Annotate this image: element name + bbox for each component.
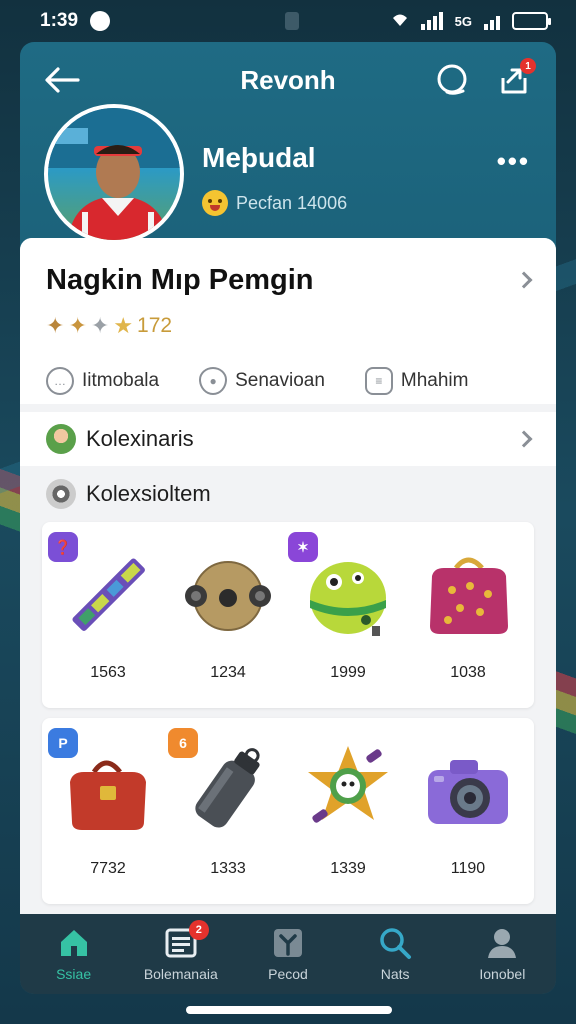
profile-subtitle: Pecfan 14006 (202, 190, 347, 216)
user-icon (488, 929, 517, 958)
message-icon: ≡ (364, 367, 393, 395)
notification-badge: 1 (520, 58, 536, 74)
network-type: 5G (454, 13, 472, 29)
profile-subtitle-text: Pecfan 14006 (236, 192, 348, 213)
camera-icon (428, 760, 508, 824)
profile-name: Meþudal (202, 142, 316, 173)
ruler-toy-icon (72, 558, 145, 631)
chat-bubble-icon (437, 64, 467, 95)
search-icon (380, 928, 412, 959)
back-button[interactable] (42, 60, 82, 100)
item-value: 1234 (210, 664, 246, 681)
collection-avatar-icon (46, 424, 76, 454)
action-label: Senavioan (235, 370, 325, 391)
wifi-icon (391, 11, 409, 32)
message-notification-icon (90, 11, 111, 31)
collection-item[interactable]: 1038 (408, 532, 528, 708)
more-options-button[interactable]: ••• (497, 146, 530, 177)
item-value: 7732 (90, 860, 126, 877)
battery-icon (512, 12, 551, 30)
pink-bag-icon (430, 557, 508, 634)
collection-item[interactable]: 1234 (168, 532, 288, 708)
item-value: 1999 (330, 664, 366, 681)
home-indicator[interactable] (186, 1006, 392, 1014)
collection-item[interactable]: ❓ 1563 (48, 532, 168, 708)
signal-strength-icon-2 (484, 12, 500, 30)
film-reel-icon (46, 479, 76, 509)
signal-strength-icon (420, 12, 443, 30)
sim-card-icon (284, 12, 299, 30)
collection-item[interactable]: 1339 (288, 728, 408, 904)
star-icon: ✦ (90, 313, 110, 338)
avatar-image (48, 108, 180, 240)
star-icon: ★ (113, 313, 134, 338)
status-bar: 1:39 5G (0, 0, 576, 42)
chevron-right-icon (515, 430, 533, 448)
items-label: Kolexsioltem (86, 481, 211, 506)
green-robot-icon (310, 562, 386, 636)
chat-button[interactable] (432, 60, 472, 100)
nav-notification-badge: 2 (188, 920, 209, 940)
nav-item-home[interactable]: Ssiae (24, 926, 124, 982)
action-item[interactable]: ≡ Mhahim (364, 367, 469, 395)
collection-grid-row-2: P 7732 6 1333 1339 1190 (42, 718, 534, 904)
nav-item-profile[interactable]: Ionobel (452, 926, 552, 982)
item-value: 1339 (330, 860, 366, 877)
rating: ✦ ✦ ✦ ★ 172 (46, 313, 530, 339)
nav-label: Ssiae (56, 966, 92, 982)
items-header: Kolexsioltem (20, 466, 556, 522)
star-badge-icon (308, 746, 388, 823)
collection-label: Kolexinaris (86, 426, 194, 451)
red-bag-icon (70, 760, 146, 830)
bottom-navigation: Ssiae 2 Bolemanaia Pecod Nats Ionobel (20, 914, 556, 994)
nav-label: Pecod (268, 966, 308, 982)
bottle-icon (195, 748, 260, 828)
speaker-ball-icon (185, 561, 271, 631)
nav-label: Nats (380, 966, 410, 982)
collection-item[interactable]: ✶ 1999 (288, 532, 408, 708)
collection-row[interactable]: Kolexinaris (20, 412, 556, 466)
card-actions: … Iitmobala ● Senavioan ≡ Mhahim (46, 367, 530, 395)
item-value: 1190 (450, 860, 486, 877)
avatar[interactable] (44, 104, 184, 244)
nav-item-collections[interactable]: 2 Bolemanaia (131, 920, 231, 982)
nav-label: Ionobel (479, 966, 526, 982)
action-item[interactable]: … Iitmobala (46, 367, 159, 395)
star-icon: ✦ (68, 313, 87, 338)
arrow-left-icon (45, 67, 80, 93)
info-card[interactable]: Nagkin Mıp Pemgin ✦ ✦ ✦ ★ 172 … Iitmobal… (20, 238, 556, 404)
gift-icon (273, 929, 302, 957)
star-icon: ✦ (46, 313, 65, 338)
nav-label: Bolemanaia (143, 966, 218, 982)
rating-value: 172 (137, 314, 173, 337)
collection-item[interactable]: 6 1333 (168, 728, 288, 904)
item-value: 1038 (450, 664, 486, 681)
collection-item[interactable]: P 7732 (48, 728, 168, 904)
share-button[interactable]: 1 (494, 58, 536, 100)
nav-item-search[interactable]: Nats (345, 926, 445, 982)
collection-item[interactable]: 1190 (408, 728, 528, 904)
home-icon (60, 930, 87, 956)
chat-bubble-icon: … (46, 367, 74, 395)
status-time: 1:39 (40, 10, 79, 31)
action-label: Mhahim (400, 370, 469, 391)
content-panel: Nagkin Mıp Pemgin ✦ ✦ ✦ ★ 172 … Iitmobal… (20, 238, 556, 918)
action-label: Iitmobala (82, 370, 160, 391)
item-value: 1333 (210, 860, 246, 877)
item-value: 1563 (90, 664, 126, 681)
card-title: Nagkin Mıp Pemgin (46, 264, 314, 296)
nav-item-gifts[interactable]: Pecod (238, 926, 338, 982)
smile-emoji-icon (202, 190, 228, 216)
collection-grid-row-1: ❓ 1563 1234 ✶ 1999 1038 (42, 522, 534, 708)
app-window: Revonh 1 Meþudal Pecfan 14006 ••• Nagkin… (20, 42, 556, 994)
action-item[interactable]: ● Senavioan (199, 367, 325, 395)
location-pin-icon: ● (199, 367, 228, 395)
